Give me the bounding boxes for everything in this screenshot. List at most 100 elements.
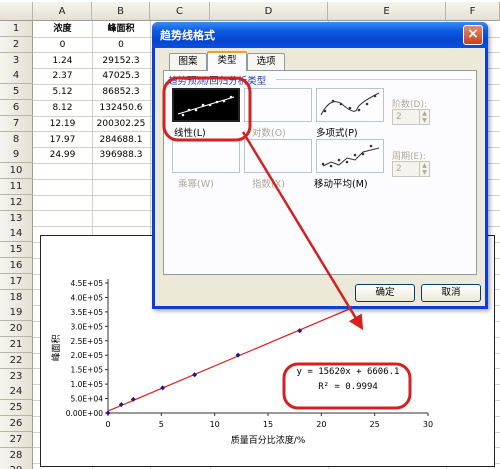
format-trendline-dialog: 趋势线格式 × 图案 类型 选项 趋势预测/回归分析类型 线性(L) 对数(O)…	[152, 22, 488, 309]
row-header[interactable]: 15	[0, 242, 33, 259]
period-stepper[interactable]: 2 ▲ ▼	[392, 161, 430, 177]
cell-concentration[interactable]: 8.12	[33, 100, 92, 116]
close-button[interactable]: ×	[463, 25, 483, 45]
row-header[interactable]: 4	[0, 68, 33, 85]
cell-concentration[interactable]: 0	[33, 37, 92, 53]
polynomial-trend-icon	[320, 92, 380, 116]
column-header-c[interactable]: C	[150, 2, 210, 21]
period-value: 2	[396, 164, 402, 174]
row-header[interactable]: 10	[0, 163, 33, 180]
logarithmic-type-thumbnail[interactable]	[244, 88, 312, 122]
linear-type-label[interactable]: 线性(L)	[174, 125, 206, 139]
cell-concentration[interactable]: 24.99	[33, 147, 92, 163]
cell-concentration[interactable]: 1.24	[33, 53, 92, 69]
y-tick-label: 2.0E+05	[71, 351, 104, 360]
column-header-d[interactable]: D	[210, 2, 328, 21]
row-header[interactable]: 24	[0, 384, 33, 401]
excel-window: A B C D E F 1 2 3 4 5 6 7 8 9 10 11 12 13 14 15 16 17 18 1…	[0, 0, 500, 469]
row-header[interactable]: 2	[0, 36, 33, 53]
row-header[interactable]: 22	[0, 352, 33, 369]
linear-type-thumbnail[interactable]	[172, 88, 240, 122]
select-all-corner[interactable]	[0, 2, 33, 21]
x-tick-label: 5	[159, 420, 164, 429]
power-type-thumbnail[interactable]	[172, 139, 240, 173]
row-header[interactable]: 16	[0, 258, 33, 274]
cell-peak-area[interactable]: 132450.6	[92, 100, 150, 116]
data-point	[160, 385, 166, 391]
x-tick-label: 10	[210, 420, 220, 429]
x-tick-label: 30	[423, 420, 433, 429]
column-header-e[interactable]: E	[328, 2, 446, 21]
moving-average-type-label[interactable]: 移动平均(M)	[314, 176, 368, 190]
row-header[interactable]: 21	[0, 337, 33, 353]
column-header-a[interactable]: A	[33, 2, 92, 21]
x-tick-label: 0	[105, 420, 110, 429]
tab-type[interactable]: 类型	[207, 51, 247, 71]
trendline-equation-label: y = 15620x + 6606.1 R² = 0.9994	[288, 365, 408, 407]
cell-concentration[interactable]: 12.19	[33, 116, 92, 132]
order-stepper[interactable]: 2 ▲ ▼	[392, 109, 430, 125]
tab-patterns[interactable]: 图案	[169, 53, 207, 70]
cell-b1-peak-area-header[interactable]: 峰面积	[92, 21, 150, 37]
cell-peak-area[interactable]: 0	[92, 37, 150, 53]
y-tick-label: 2.5E+05	[71, 337, 104, 346]
row-header[interactable]: 17	[0, 273, 33, 290]
cell-peak-area[interactable]: 86852.3	[92, 84, 150, 100]
row-header[interactable]: 1	[0, 21, 33, 37]
cell-peak-area[interactable]: 47025.3	[92, 68, 150, 84]
ok-button[interactable]: 确定	[355, 284, 415, 302]
column-header-f[interactable]: F	[446, 2, 500, 21]
row-header[interactable]: 18	[0, 289, 33, 306]
row-header[interactable]: 14	[0, 226, 33, 243]
column-header-b[interactable]: B	[92, 2, 150, 21]
row-header[interactable]: 25	[0, 400, 33, 417]
cell-peak-area[interactable]: 200302.25	[92, 116, 150, 132]
row-header[interactable]: 9	[0, 147, 33, 164]
moving-average-type-thumbnail[interactable]	[316, 139, 384, 173]
row-header[interactable]: 7	[0, 115, 33, 132]
cell-concentration[interactable]: 5.12	[33, 84, 92, 100]
y-axis-label: 峰面积	[50, 334, 62, 361]
spinner-arrows-icon[interactable]: ▲ ▼	[419, 162, 429, 176]
dialog-titlebar[interactable]: 趋势线格式 ×	[152, 22, 488, 48]
cell-peak-area[interactable]: 284688.1	[92, 132, 150, 148]
type-tab-panel: 趋势预测/回归分析类型 线性(L) 对数(O) 多项式(P) 阶数(D): 2 …	[163, 70, 477, 275]
cancel-button[interactable]: 取消	[421, 284, 481, 302]
cell-peak-area[interactable]: 396988.3	[92, 147, 150, 163]
polynomial-type-thumbnail[interactable]	[316, 88, 384, 122]
row-header[interactable]: 13	[0, 210, 33, 227]
row-header[interactable]: 6	[0, 100, 33, 116]
spinner-arrows-icon[interactable]: ▲ ▼	[419, 110, 429, 124]
row-header[interactable]: 19	[0, 305, 33, 322]
exponential-type-label: 指数(X)	[252, 179, 285, 190]
exponential-type-thumbnail[interactable]	[244, 139, 312, 173]
row-header[interactable]: 23	[0, 368, 33, 385]
regression-type-label: 趋势预测/回归分析类型	[168, 76, 267, 87]
logarithmic-type-label: 对数(O)	[252, 128, 286, 139]
x-axis-label: 质量百分比浓度/%	[231, 434, 306, 446]
cell-concentration[interactable]: 2.37	[33, 68, 92, 84]
r-squared-value: R² = 0.9994	[318, 382, 378, 392]
cell-concentration[interactable]: 17.97	[33, 132, 92, 148]
row-header[interactable]: 3	[0, 52, 33, 69]
order-value: 2	[396, 112, 402, 122]
tab-options[interactable]: 选项	[247, 53, 285, 70]
row-header[interactable]: 11	[0, 179, 33, 195]
power-type-label: 乘幂(W)	[178, 179, 214, 190]
polynomial-type-label[interactable]: 多项式(P)	[316, 125, 358, 139]
row-header[interactable]: 26	[0, 416, 33, 432]
cell-a1-concentration-header[interactable]: 浓度	[33, 21, 92, 37]
row-header[interactable]: 28	[0, 447, 33, 464]
row-header[interactable]: 27	[0, 431, 33, 448]
row-header[interactable]: 8	[0, 131, 33, 148]
linear-trend-icon	[177, 95, 235, 117]
y-tick-label: 1.5E+05	[71, 366, 104, 375]
y-tick-label: 0.00E+00	[66, 409, 103, 418]
y-tick-label: 4.0E+05	[71, 293, 104, 302]
row-header[interactable]: 29	[0, 463, 33, 469]
row-header[interactable]: 12	[0, 194, 33, 211]
cell-peak-area[interactable]: 29152.3	[92, 53, 150, 69]
x-tick-label: 15	[263, 420, 273, 429]
row-header[interactable]: 5	[0, 84, 33, 101]
row-header[interactable]: 20	[0, 321, 33, 338]
